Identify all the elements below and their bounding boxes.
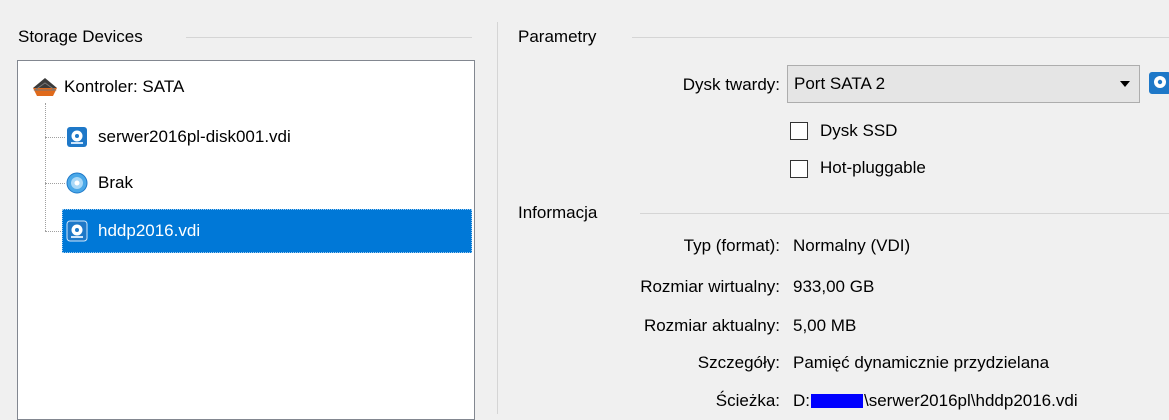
panel-separator	[497, 22, 498, 414]
hard-disk-dropdown[interactable]: Port SATA 2	[787, 65, 1140, 103]
sata-controller-icon	[32, 76, 57, 98]
tree-item-controller-sata[interactable]: Kontroler: SATA	[32, 65, 184, 109]
optical-disk-icon	[66, 172, 88, 194]
information-title: Informacja	[518, 203, 598, 222]
actual-size-value: 5,00 MB	[793, 316, 857, 335]
virtual-size-label: Rozmiar wirtualny:	[640, 277, 780, 296]
path-prefix: D:	[793, 391, 810, 410]
tree-connector	[45, 183, 65, 184]
parameters-title: Parametry	[518, 27, 597, 46]
chevron-down-icon	[1120, 81, 1130, 87]
tree-connector	[45, 103, 46, 231]
redacted-block	[811, 394, 863, 408]
actual-size-label: Rozmiar aktualny:	[643, 316, 780, 335]
hard-disk-icon	[66, 126, 88, 148]
tree-item-label: Kontroler: SATA	[64, 77, 185, 96]
ssd-checkbox[interactable]	[790, 122, 808, 140]
path-value: D: \serwer2016pl\hddp2016.vdi	[793, 391, 1078, 411]
information-divider	[640, 213, 1169, 214]
hard-disk-icon	[66, 220, 88, 242]
parameters-divider	[632, 37, 1169, 38]
tree-item-optical[interactable]: Brak	[66, 161, 133, 205]
hard-disk-label: Dysk twardy:	[682, 75, 780, 94]
storage-tree[interactable]: Kontroler: SATA serwer2016pl-disk001.vdi…	[17, 60, 475, 420]
tree-item-label: serwer2016pl-disk001.vdi	[98, 127, 291, 146]
path-suffix: \serwer2016pl\hddp2016.vdi	[864, 391, 1078, 410]
virtual-size-value: 933,00 GB	[793, 277, 875, 296]
details-value: Pamięć dynamicznie przydzielana	[793, 353, 1050, 372]
storage-devices-divider	[186, 37, 472, 38]
tree-connector	[45, 137, 65, 138]
tree-item-disk-selected[interactable]: hddp2016.vdi	[62, 209, 472, 253]
type-format-label: Typ (format):	[683, 236, 780, 255]
type-format-value: Normalny (VDI)	[793, 236, 911, 255]
hot-pluggable-checkbox-label[interactable]: Hot-pluggable	[820, 158, 926, 178]
choose-disk-button[interactable]	[1148, 70, 1169, 96]
ssd-checkbox-label[interactable]: Dysk SSD	[820, 121, 897, 141]
tree-item-label: Brak	[98, 173, 133, 192]
hot-pluggable-checkbox[interactable]	[790, 160, 808, 178]
hard-disk-dropdown-value: Port SATA 2	[794, 74, 886, 93]
storage-devices-title: Storage Devices	[18, 27, 143, 46]
details-label: Szczegóły:	[697, 353, 780, 372]
tree-item-disk[interactable]: serwer2016pl-disk001.vdi	[66, 115, 291, 159]
path-label: Ścieżka:	[715, 391, 780, 410]
tree-item-label: hddp2016.vdi	[98, 221, 201, 240]
